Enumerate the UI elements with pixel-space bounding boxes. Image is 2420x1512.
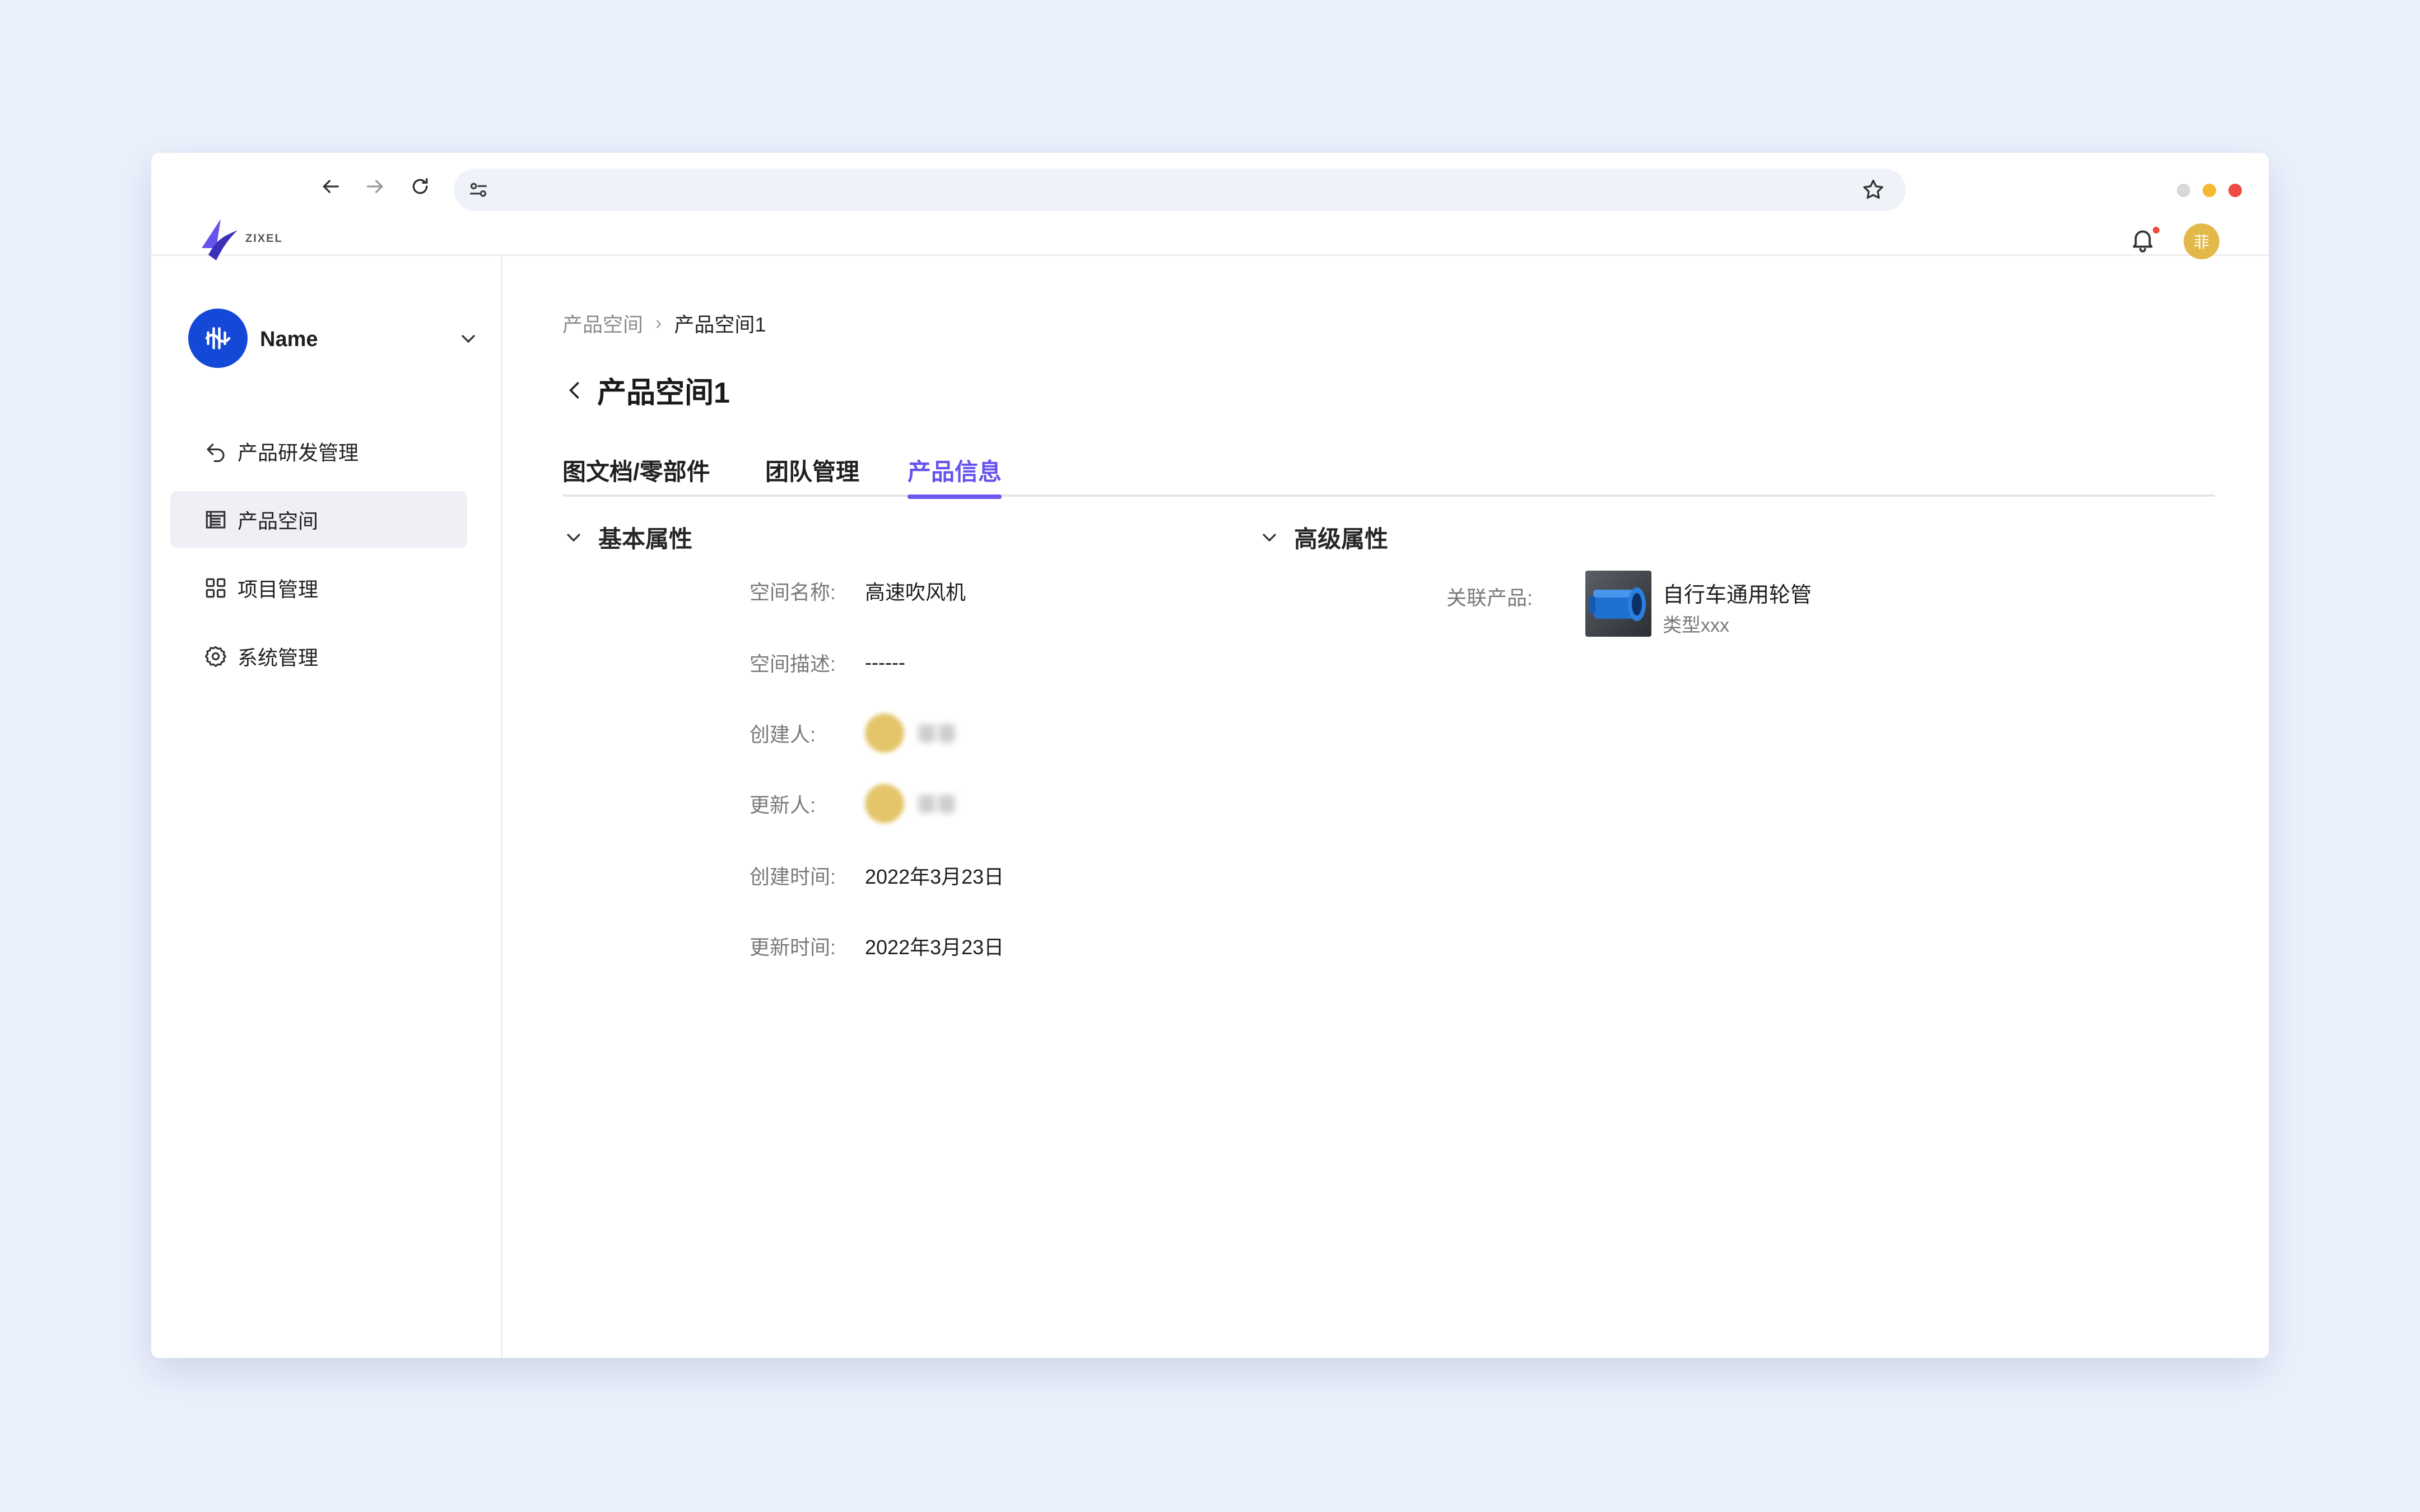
reload-icon: [412, 178, 428, 194]
window-dot-yellow[interactable]: [2203, 184, 2216, 197]
field-label: 空间名称:: [750, 581, 836, 604]
sidebar: Name 产品研发管理 产品空间 项目管理 系统管理: [151, 257, 502, 1358]
field-label: 更新人:: [750, 794, 816, 816]
product-name[interactable]: 自行车通用轮管: [1663, 577, 1812, 608]
field-value: ------: [865, 651, 905, 674]
gear-icon: [204, 646, 227, 668]
creator-user: 菲菲: [865, 713, 957, 753]
field-label: 更新时间:: [750, 936, 836, 959]
user-avatar[interactable]: 菲: [2184, 223, 2219, 259]
back-chevron-icon[interactable]: [562, 378, 587, 403]
creator-name: 菲菲: [916, 723, 957, 746]
breadcrumb-item-current: 产品空间1: [674, 313, 766, 336]
breadcrumb: 产品空间 › 产品空间1: [562, 309, 766, 338]
sidebar-item-project[interactable]: 项目管理: [170, 559, 467, 617]
window-dot-red[interactable]: [2228, 184, 2242, 197]
chevron-down-icon: [1263, 533, 1276, 542]
zixel-logo-icon: [202, 219, 238, 260]
page-title-row: 产品空间1: [562, 369, 730, 411]
sidebar-item-label: 项目管理: [238, 578, 319, 601]
undo-icon: [207, 444, 225, 463]
main-content: 产品空间 › 产品空间1 产品空间1 图文档/零部件 团队管理 产品信息 基本属…: [504, 257, 2269, 1358]
sidebar-item-label: 产品空间: [238, 510, 319, 533]
breadcrumb-separator: ›: [655, 312, 662, 334]
sidebar-item-product-rd[interactable]: 产品研发管理: [170, 423, 467, 480]
product-type: 类型xxx: [1663, 615, 1729, 636]
breadcrumb-item-parent[interactable]: 产品空间: [562, 309, 643, 338]
org-avatar: [188, 309, 248, 368]
section-title: 基本属性: [598, 526, 693, 552]
address-bar[interactable]: [454, 169, 1906, 211]
updater-name: 菲菲: [916, 794, 957, 816]
field-value: 2022年3月23日: [865, 936, 1004, 959]
grid-icon: [206, 578, 226, 598]
org-switcher[interactable]: Name: [188, 309, 480, 368]
tab-documents-parts[interactable]: 图文档/零部件: [562, 453, 710, 497]
creator-avatar: [865, 713, 904, 753]
chevron-down-icon: [567, 533, 580, 542]
field-space-name: 空间名称: 高速吹风机: [750, 574, 966, 608]
related-product-label: 关联产品:: [1446, 586, 1533, 609]
basic-attributes-header[interactable]: 基本属性: [562, 520, 692, 554]
notification-dot: [2153, 227, 2160, 234]
field-value: 2022年3月23日: [865, 865, 1004, 888]
field-created-time: 创建时间: 2022年3月23日: [750, 858, 1004, 892]
sidebar-item-system[interactable]: 系统管理: [170, 628, 467, 685]
field-creator: 创建人: 菲菲: [750, 713, 957, 753]
sidebar-item-label: 系统管理: [238, 646, 319, 669]
app-header: ZIXEL 菲: [151, 216, 2269, 260]
forward-button[interactable]: [359, 170, 392, 203]
field-space-description: 空间描述: ------: [750, 646, 905, 679]
product-thumbnail[interactable]: [1585, 571, 1651, 637]
section-title: 高级属性: [1294, 526, 1389, 552]
browser-chrome: [151, 153, 2269, 220]
field-value: 高速吹风机: [865, 581, 966, 604]
org-name: Name: [260, 328, 318, 351]
field-updated-time: 更新时间: 2022年3月23日: [750, 929, 1004, 963]
field-label: 空间描述:: [750, 652, 836, 675]
org-logo-icon: [205, 327, 231, 349]
updater-user: 菲菲: [865, 784, 957, 823]
tab-bar: 图文档/零部件 团队管理 产品信息: [562, 441, 2215, 499]
sidebar-item-product-space[interactable]: 产品空间: [170, 491, 467, 548]
building-icon: [206, 511, 226, 529]
browser-window: ZIXEL 菲 Name 产品研发管理 产品空间 项目管理 系统管理 产品空间 …: [151, 153, 2269, 1358]
field-updater: 更新人: 菲菲: [750, 784, 957, 823]
advanced-attributes-header[interactable]: 高级属性: [1258, 520, 1388, 554]
page-title: 产品空间1: [597, 377, 730, 409]
chevron-down-icon[interactable]: [457, 328, 480, 350]
arrow-left-icon: [322, 180, 339, 193]
window-dot-grey[interactable]: [2177, 184, 2190, 197]
tab-product-info[interactable]: 产品信息: [908, 453, 1002, 499]
arrow-right-icon: [367, 180, 384, 193]
sidebar-item-label: 产品研发管理: [238, 441, 359, 464]
bookmark-star-icon[interactable]: [1861, 178, 1886, 202]
tab-team[interactable]: 团队管理: [765, 453, 859, 497]
back-button[interactable]: [314, 170, 347, 203]
site-settings-icon[interactable]: [467, 179, 490, 201]
field-label: 创建人:: [750, 723, 816, 746]
pipe-image-icon: [1589, 587, 1646, 621]
logo-text: ZIXEL: [245, 232, 283, 245]
reload-button[interactable]: [403, 170, 437, 203]
field-label: 创建时间:: [750, 865, 836, 888]
updater-avatar: [865, 784, 904, 823]
